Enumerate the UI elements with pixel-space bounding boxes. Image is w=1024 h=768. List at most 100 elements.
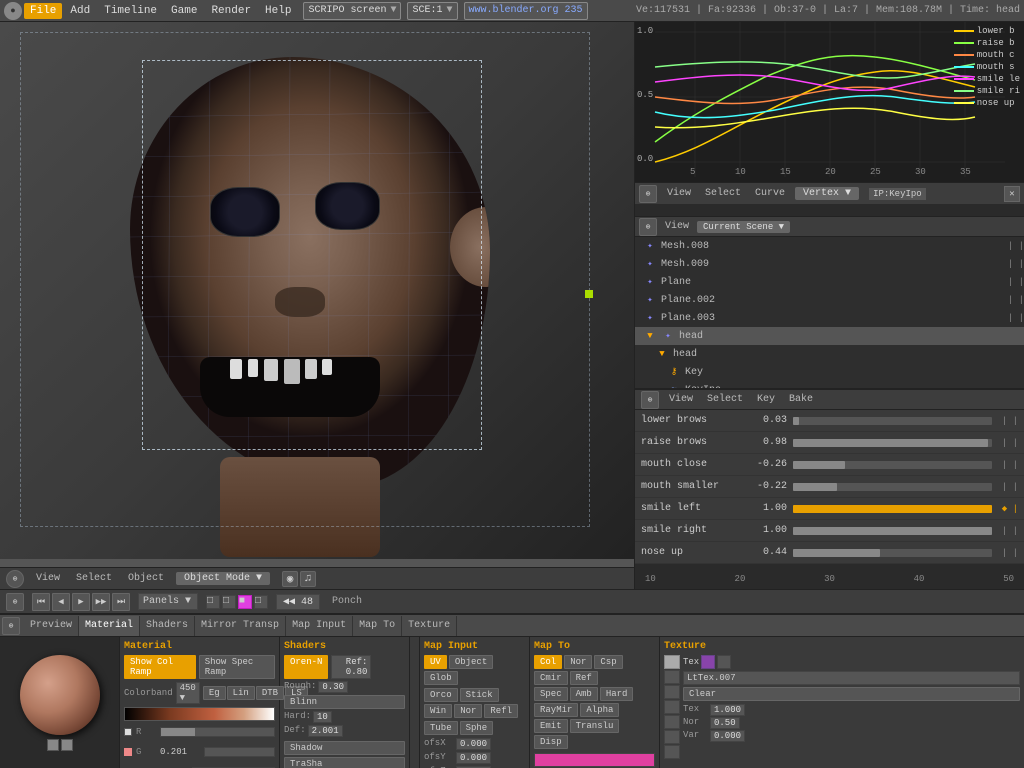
3d-viewport[interactable]: (46) head ⊕ View Select Object Object Mo… (0, 22, 634, 589)
var-tex-field[interactable]: 0.000 (710, 730, 745, 742)
tex-slot-2[interactable] (664, 670, 680, 684)
shape-key-nose-up[interactable]: nose up 0.44 | | (635, 542, 1024, 564)
graph-mode-icon[interactable]: ⊕ (639, 185, 657, 203)
shape-key-smile-left[interactable]: smile left 1.00 ◆ | (635, 498, 1024, 520)
viewport-select-btn[interactable]: Select (72, 572, 116, 585)
outliner-scene-dropdown[interactable]: Current Scene ▼ (697, 221, 790, 233)
scene-dropdown[interactable]: SCE:1 ▼ (407, 2, 457, 20)
panels-btn[interactable]: Panels ▼ (138, 593, 198, 610)
trasha-btn[interactable]: TraSha (284, 757, 405, 768)
preview-icon-1[interactable] (47, 739, 59, 751)
tex-slot-3[interactable] (664, 685, 680, 699)
tab-shaders[interactable]: Shaders (140, 616, 195, 636)
viewport-object-btn[interactable]: Object (124, 572, 168, 585)
shape-key-raise-brows[interactable]: raise brows 0.98 | | (635, 432, 1024, 454)
raymir-map-btn[interactable]: RayMir (534, 703, 578, 717)
website-link[interactable]: www.blender.org 235 (464, 2, 588, 20)
shadow-btn[interactable]: Shadow (284, 741, 405, 755)
timeline-prev-btn[interactable]: ◀ (52, 593, 70, 611)
timeline-start-btn[interactable]: ⏮ (32, 593, 50, 611)
shape-key-smile-right[interactable]: smile right 1.00 | | (635, 520, 1024, 542)
oren-n-btn[interactable]: Oren-N (284, 655, 328, 679)
screen-dropdown[interactable]: SCRIPO screen ▼ (303, 2, 401, 20)
blinn-btn[interactable]: Blinn (284, 695, 405, 709)
tab-material[interactable]: Material (79, 616, 140, 636)
menu-game[interactable]: Game (165, 3, 203, 19)
timeline-play-btn[interactable]: ▶ (72, 593, 90, 611)
timeline-next-btn[interactable]: ▶▶ (92, 593, 110, 611)
clear-tex-btn[interactable]: Clear (683, 687, 1020, 701)
panel-icon-2[interactable]: □ (222, 595, 236, 609)
menu-file[interactable]: File (24, 3, 62, 19)
graph-select-btn[interactable]: Select (701, 187, 745, 200)
emit-map-btn[interactable]: Emit (534, 719, 568, 733)
ofsy-field[interactable]: 0.000 (456, 752, 491, 764)
tab-mirror-transp[interactable]: Mirror Transp (195, 616, 286, 636)
outliner-item-mesh009[interactable]: ✦ Mesh.009 | | (635, 255, 1024, 273)
shape-key-select-btn[interactable]: Select (703, 393, 747, 406)
translu-map-btn[interactable]: Translu (570, 719, 620, 733)
viewport-icon-2[interactable]: ♫ (300, 571, 316, 587)
shape-key-lower-brows[interactable]: lower brows 0.03 | | (635, 410, 1024, 432)
colorband-dropdown[interactable]: 450 ▼ (176, 682, 200, 704)
cmir-map-btn[interactable]: Cmir (534, 671, 568, 685)
colorband-btn-lin[interactable]: Lin (227, 686, 255, 700)
outliner-item-mesh008[interactable]: ✦ Mesh.008 | | (635, 237, 1024, 255)
outliner-item-head-obj[interactable]: ▼ head (635, 345, 1024, 363)
viewport-mode-dropdown[interactable]: Object Mode ▼ (176, 572, 270, 585)
win-btn[interactable]: Win (424, 704, 452, 718)
shape-key-mouth-close[interactable]: mouth close -0.26 | | (635, 454, 1024, 476)
timeline-end-btn[interactable]: ⏭ (112, 593, 130, 611)
nor-tex-field[interactable]: 0.50 (710, 717, 740, 729)
orco-btn[interactable]: Orco (424, 688, 458, 702)
tab-map-to[interactable]: Map To (353, 616, 402, 636)
rough-field[interactable]: 0.30 (318, 681, 348, 693)
hard-map-btn[interactable]: Hard (600, 687, 634, 701)
glob-btn[interactable]: Glob (424, 671, 458, 685)
panel-icon-1[interactable]: □ (206, 595, 220, 609)
graph-curve-btn[interactable]: Curve (751, 187, 789, 200)
col-map-btn[interactable]: Col (534, 655, 562, 669)
tex-slot-4[interactable] (664, 700, 680, 714)
disp-map-btn[interactable]: Disp (534, 735, 568, 749)
sphe-btn[interactable]: Sphe (460, 721, 494, 735)
viewport-icon-1[interactable]: ◉ (282, 571, 298, 587)
preview-icon-2[interactable] (61, 739, 73, 751)
colorband-display[interactable] (124, 707, 275, 721)
tex-slot-7[interactable] (664, 745, 680, 759)
graph-keyipo-input[interactable]: IP:KeyIpo (869, 188, 926, 200)
csp-map-btn[interactable]: Csp (594, 655, 622, 669)
graph-vertex-dropdown[interactable]: Vertex ▼ (795, 187, 859, 200)
show-col-ramp-btn[interactable]: Show Col Ramp (124, 655, 196, 679)
menu-add[interactable]: Add (64, 3, 96, 19)
colorband-btn-eg[interactable]: Eg (203, 686, 226, 700)
menu-help[interactable]: Help (259, 3, 297, 19)
stick-btn[interactable]: Stick (460, 688, 499, 702)
outliner-view-btn[interactable]: View (661, 220, 693, 233)
tex-type-icon-1[interactable] (701, 655, 715, 669)
refl-btn[interactable]: Refl (484, 704, 518, 718)
shape-key-mouth-smaller[interactable]: mouth smaller -0.22 | | (635, 476, 1024, 498)
tube-btn[interactable]: Tube (424, 721, 458, 735)
shape-key-key-btn[interactable]: Key (753, 393, 779, 406)
tex-slot-5[interactable] (664, 715, 680, 729)
outliner-item-key[interactable]: ⚷ Key (635, 363, 1024, 381)
nor-map-btn[interactable]: Nor (564, 655, 592, 669)
panel-icon-4[interactable]: □ (254, 595, 268, 609)
spec-map-btn[interactable]: Spec (534, 687, 568, 701)
amb-map-btn[interactable]: Amb (570, 687, 598, 701)
outliner-item-plane003[interactable]: ✦ Plane.003 | | (635, 309, 1024, 327)
shape-key-view-btn[interactable]: View (665, 393, 697, 406)
tab-preview[interactable]: Preview (24, 616, 79, 636)
tab-map-input[interactable]: Map Input (286, 616, 353, 636)
tex-type-icon-2[interactable] (717, 655, 731, 669)
def-field[interactable]: 2.001 (308, 725, 343, 737)
object-btn[interactable]: Object (449, 655, 493, 669)
nor-btn[interactable]: Nor (454, 704, 482, 718)
uv-btn[interactable]: UV (424, 655, 447, 669)
menu-render[interactable]: Render (205, 3, 257, 19)
graph-view-btn[interactable]: View (663, 187, 695, 200)
ref-field[interactable]: Ref: 0.80 (331, 655, 371, 679)
outliner-item-keyipo[interactable]: ≈ KeyIpo (635, 381, 1024, 389)
menu-timeline[interactable]: Timeline (98, 3, 163, 19)
